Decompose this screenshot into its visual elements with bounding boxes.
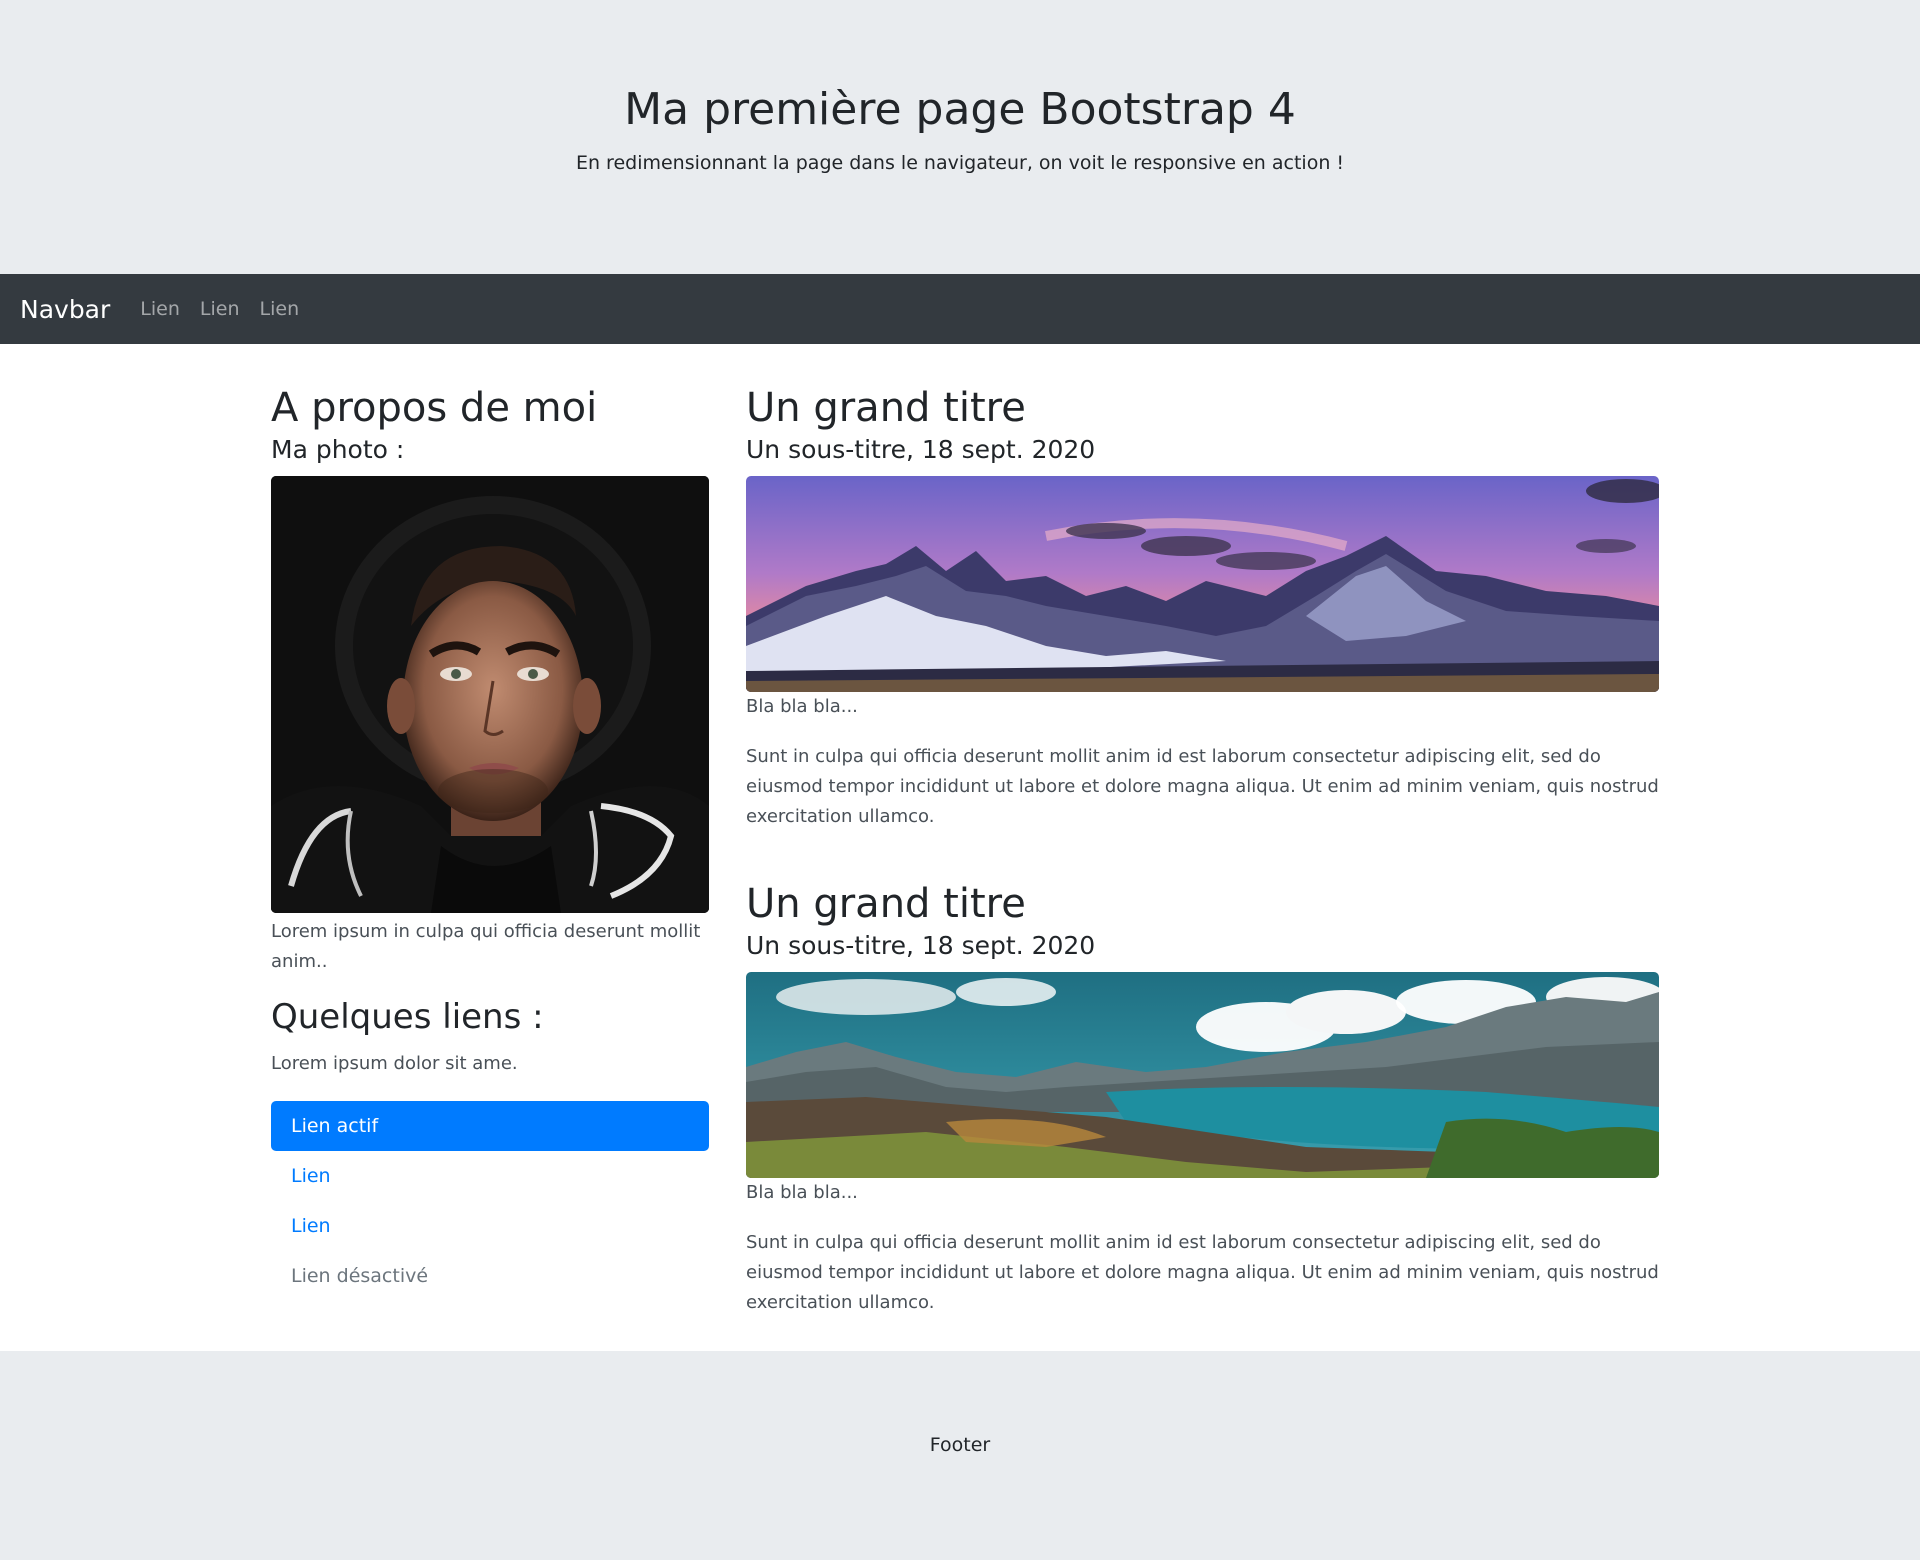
article-body: Sunt in culpa qui officia deserunt molli… bbox=[746, 1232, 1659, 1313]
links-title: Quelques liens : bbox=[271, 997, 544, 1037]
main-container: A propos de moi Ma photo : Lorem ipsum i… bbox=[245, 344, 1675, 1351]
link-item-2[interactable]: Lien bbox=[271, 1151, 709, 1201]
article-subtitle: Un sous-titre, 18 sept. 2020 bbox=[746, 931, 1096, 960]
article-caption: Bla bla bla... bbox=[746, 696, 858, 717]
article-2: Un grand titre Un sous-titre, 18 sept. 2… bbox=[746, 880, 1659, 1318]
article-1: Un grand titre Un sous-titre, 18 sept. 2… bbox=[746, 384, 1659, 832]
photo-caption: Lorem ipsum in culpa qui officia deserun… bbox=[271, 921, 701, 972]
jumbotron-header: Ma première page Bootstrap 4 En redimens… bbox=[0, 0, 1920, 274]
link-item-3[interactable]: Lien bbox=[271, 1201, 709, 1251]
photo-label: Ma photo : bbox=[271, 435, 405, 464]
link-active[interactable]: Lien actif bbox=[271, 1101, 709, 1151]
footer-text: Footer bbox=[929, 1434, 991, 1456]
article-caption: Bla bla bla... bbox=[746, 1182, 858, 1203]
link-list: Lien actif Lien Lien Lien désactivé bbox=[271, 1101, 709, 1301]
lake-landscape-image bbox=[746, 972, 1659, 1178]
link-disabled: Lien désactivé bbox=[291, 1265, 429, 1287]
page-title: Ma première page Bootstrap 4 bbox=[624, 84, 1296, 135]
nav-link-1[interactable]: Lien bbox=[140, 298, 180, 320]
page-subtitle: En redimensionnant la page dans le navig… bbox=[575, 152, 1345, 174]
profile-photo bbox=[271, 476, 709, 913]
mountain-sunset-image bbox=[746, 476, 1659, 692]
links-text: Lorem ipsum dolor sit ame. bbox=[271, 1053, 518, 1074]
navbar-brand[interactable]: Navbar bbox=[20, 295, 110, 324]
nav-link-2[interactable]: Lien bbox=[200, 298, 240, 320]
articles-column: Un grand titre Un sous-titre, 18 sept. 2… bbox=[746, 384, 1659, 1318]
nav-link-3[interactable]: Lien bbox=[260, 298, 300, 320]
article-body: Sunt in culpa qui officia deserunt molli… bbox=[746, 746, 1659, 827]
article-title: Un grand titre bbox=[746, 385, 1026, 431]
about-column: A propos de moi Ma photo : Lorem ipsum i… bbox=[271, 384, 709, 1301]
top-navbar: Navbar Lien Lien Lien bbox=[0, 274, 1920, 344]
page-footer: Footer bbox=[0, 1351, 1920, 1560]
article-title: Un grand titre bbox=[746, 881, 1026, 927]
article-subtitle: Un sous-titre, 18 sept. 2020 bbox=[746, 435, 1096, 464]
about-title: A propos de moi bbox=[271, 385, 598, 431]
